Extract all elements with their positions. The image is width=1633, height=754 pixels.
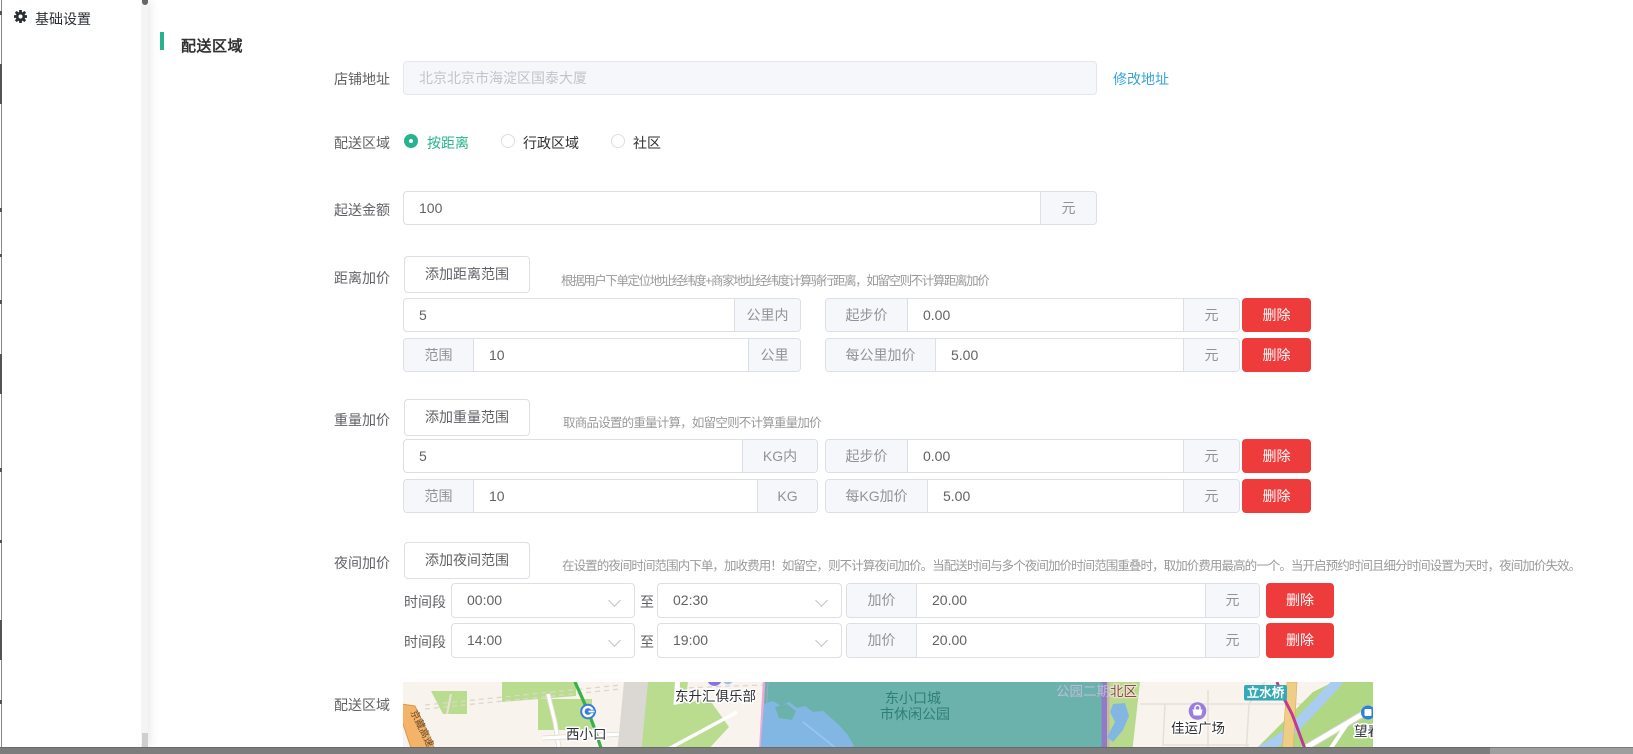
svg-text:东升汇俱乐部: 东升汇俱乐部	[675, 689, 756, 704]
svg-text:佳运广场: 佳运广场	[1171, 721, 1225, 736]
svg-text:公园二期: 公园二期	[1056, 684, 1110, 699]
svg-text:望春园: 望春园	[1354, 724, 1373, 739]
svg-text:北区: 北区	[1110, 684, 1137, 699]
svg-text:东小口城: 东小口城	[885, 690, 941, 706]
svg-text:立水桥: 立水桥	[1247, 685, 1285, 700]
svg-text:市休闲公园: 市休闲公园	[880, 706, 950, 722]
svg-text:西小口: 西小口	[566, 727, 607, 742]
